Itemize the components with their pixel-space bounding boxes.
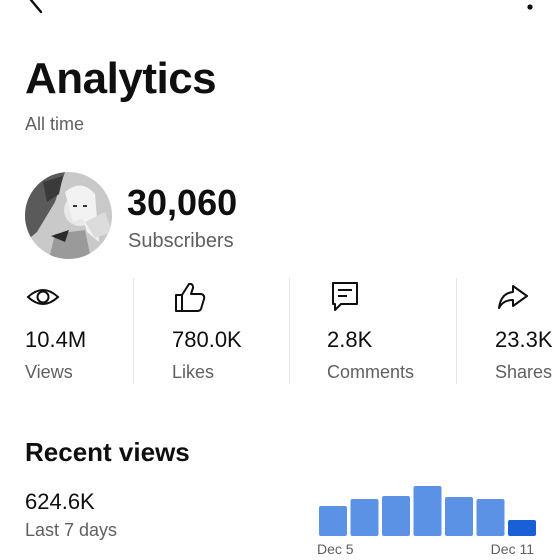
recent-views-bar-chart: Dec 5 Dec 11 [317,486,536,557]
chart-bar-dec-9 [445,497,473,536]
recent-views-value: 624.6K [25,489,95,514]
thumbs-up-icon [175,282,206,312]
views-value: 10.4M [25,327,87,352]
comments-value: 2.8K [327,327,373,352]
x-tick-label-last: Dec 11 [491,541,535,557]
divider [133,278,134,384]
likes-value: 780.0K [172,327,242,352]
eye-icon [26,289,60,305]
recent-views-title: Recent views [25,437,190,467]
subscriber-label: Subscribers [128,230,234,252]
stat-views[interactable]: 10.4M Views [25,276,125,386]
page-title: Analytics [25,54,217,103]
views-label: Views [25,362,73,382]
comments-label: Comments [327,362,415,382]
shares-value: 23.3K [495,327,553,352]
recent-views-chart[interactable]: Dec 5 Dec 11 [316,478,536,560]
chart-bar-dec-10 [476,499,505,536]
top-bar [0,0,560,14]
divider [289,278,290,384]
chart-bar-dec-7 [382,496,410,536]
chart-bar-dec-5 [319,506,347,536]
more-options-button[interactable] [520,0,540,14]
share-icon [498,285,528,309]
back-arrow-icon [29,0,43,14]
chart-bar-dec-8 [413,486,442,536]
back-button[interactable] [22,0,52,14]
more-vertical-icon [527,4,533,10]
stat-likes[interactable]: 780.0K Likes [172,276,282,386]
recent-views-period: Last 7 days [25,520,118,540]
shares-label: Shares [495,362,553,382]
comment-icon [332,282,358,311]
x-tick-label-first: Dec 5 [317,541,354,557]
chart-bar-dec-11 [508,520,536,536]
stat-shares[interactable]: 23.3K Shares [495,276,560,386]
divider [456,278,457,384]
subscriber-count: 30,060 [127,182,238,223]
stat-comments[interactable]: 2.8K Comments [327,276,452,386]
avatar[interactable] [25,172,112,259]
chart-bar-dec-6 [350,499,379,536]
likes-label: Likes [172,362,215,382]
avatar-image [25,172,112,259]
period-label: All time [25,114,85,134]
